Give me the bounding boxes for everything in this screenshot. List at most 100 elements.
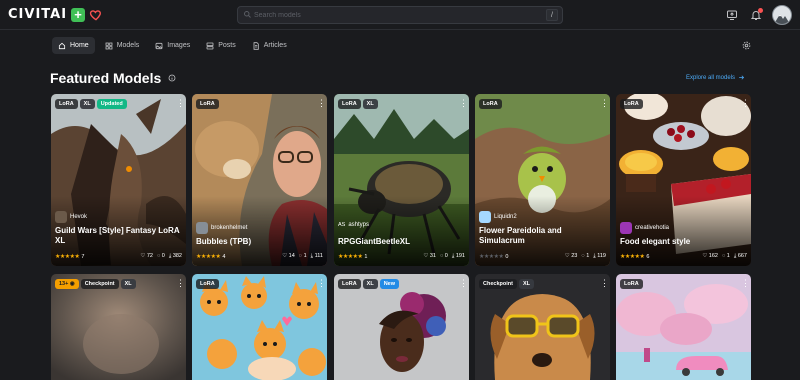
card-image: [192, 274, 327, 380]
upload-icon[interactable]: [724, 7, 740, 23]
comment-count: ◌ 0: [440, 253, 448, 260]
model-title: Bubbles (TPB): [196, 237, 252, 246]
model-title: RPGGiantBeetleXL: [338, 237, 411, 246]
base-model-badge: XL: [79, 99, 95, 109]
updated-badge: Updated: [96, 99, 127, 109]
creator[interactable]: Liquidn2: [479, 211, 517, 223]
creator[interactable]: AS ashtyps: [338, 222, 369, 228]
create-plus-icon[interactable]: +: [71, 7, 86, 22]
more-icon[interactable]: ⋮: [317, 279, 326, 288]
rating-stars: ★★★★★: [338, 254, 363, 260]
logo[interactable]: CIVITAI +: [8, 7, 103, 22]
model-card[interactable]: LoRA ⋮ brokenhelmet Bubbles (TPB) ★★★★★ 4…: [192, 94, 327, 266]
creator-name: ashtyps: [348, 222, 370, 228]
model-title: Food elegant style: [620, 237, 691, 246]
images-icon: [155, 42, 163, 49]
more-icon[interactable]: ⋮: [600, 99, 609, 108]
tab-home[interactable]: Home: [52, 37, 95, 54]
bell-icon[interactable]: [748, 7, 764, 23]
comment-icon: ◌: [156, 253, 161, 259]
search-icon: [244, 11, 251, 18]
model-card[interactable]: Checkpoint XL ⋮: [475, 274, 610, 380]
like-count: ♡ 14: [282, 253, 295, 260]
model-card[interactable]: LoRA XL Updated ⋮ Hevok Guild Wars [Styl…: [51, 94, 186, 266]
like-icon: ♡: [140, 253, 146, 259]
type-badge: LoRA: [55, 99, 78, 109]
more-icon[interactable]: ⋮: [176, 99, 185, 108]
logo-text: CIVITAI: [8, 7, 68, 22]
model-title: Guild Wars [Style] Fantasy LoRA XL: [55, 226, 180, 245]
more-icon[interactable]: ⋮: [741, 99, 750, 108]
model-card[interactable]: LoRA ⋮: [192, 274, 327, 380]
creator-name: Hevok: [70, 214, 88, 220]
more-icon[interactable]: ⋮: [741, 279, 750, 288]
comment-count-value: 0: [161, 253, 165, 259]
info-icon[interactable]: [168, 74, 176, 82]
download-icon: ⤓: [310, 253, 314, 259]
tab-posts[interactable]: Posts: [200, 37, 242, 54]
comment-count: ◌ 1: [299, 253, 307, 260]
heart-icon[interactable]: [89, 8, 103, 22]
comment-count-value: 1: [726, 253, 730, 259]
tab-label: Home: [70, 42, 89, 49]
download-icon: ⤓: [733, 253, 737, 259]
creator-name: creativehotia: [635, 225, 670, 231]
search-input[interactable]: [254, 8, 544, 22]
notification-dot: [758, 8, 763, 13]
creator[interactable]: brokenhelmet: [196, 222, 247, 234]
tab-label: Models: [116, 42, 140, 49]
download-count: ⤓ 667: [734, 253, 747, 260]
download-count-value: 667: [737, 253, 747, 259]
comment-icon: ◌: [581, 253, 585, 259]
eye-icon: ◉: [69, 281, 75, 287]
more-icon[interactable]: ⋮: [317, 99, 326, 108]
tab-articles[interactable]: Articles: [246, 37, 293, 54]
base-model-badge: XL: [362, 99, 378, 109]
model-card[interactable]: LoRA XL New ⋮: [334, 274, 469, 380]
model-card[interactable]: LoRA ⋮: [616, 274, 751, 380]
more-icon[interactable]: ⋮: [176, 279, 185, 288]
models-icon: [105, 42, 113, 49]
like-count: ♡ 31: [423, 253, 436, 260]
like-count-value: 14: [288, 253, 295, 259]
tab-models[interactable]: Models: [99, 37, 146, 54]
nsfw-level-badge[interactable]: 13+ ◉: [55, 279, 79, 289]
more-icon[interactable]: ⋮: [459, 99, 468, 108]
model-card[interactable]: LoRA ⋮ Liquidn2 Flower Pareidolia and Si…: [475, 94, 610, 266]
tab-images[interactable]: Images: [149, 37, 196, 54]
download-count-value: 382: [172, 253, 182, 259]
settings-icon[interactable]: [742, 41, 751, 50]
rating-count: 4: [222, 253, 226, 260]
user-avatar[interactable]: [772, 5, 792, 25]
like-count: ♡ 23: [565, 253, 578, 260]
rating-stars: ★★★★★: [196, 254, 221, 260]
download-count: ⤓ 191: [452, 253, 465, 260]
top-bar: CIVITAI + /: [0, 0, 800, 30]
download-count: ⤓ 382: [169, 253, 182, 260]
tab-label: Posts: [218, 42, 236, 49]
type-badge: LoRA: [196, 279, 219, 289]
search-shortcut-key: /: [546, 9, 558, 21]
type-badge: LoRA: [338, 279, 361, 289]
base-model-badge: XL: [120, 279, 136, 289]
model-card[interactable]: 13+ ◉ Checkpoint XL ⋮: [51, 274, 186, 380]
comment-icon: ◌: [721, 253, 726, 259]
download-count-value: 191: [455, 253, 465, 259]
base-model-badge: XL: [362, 279, 378, 289]
rating-count: 0: [505, 253, 509, 260]
card-stats: ★★★★★ 0 ♡ 23 ◌ 1 ⤓ 119: [479, 252, 606, 261]
explore-all-models-link[interactable]: Explore all models: [686, 74, 745, 81]
model-card[interactable]: LoRA ⋮ creativehotia Food elegant style …: [616, 94, 751, 266]
more-icon[interactable]: ⋮: [459, 279, 468, 288]
model-card[interactable]: LoRA XL ⋮ AS ashtyps RPGGiantBeetleXL ★★…: [334, 94, 469, 266]
rating-stars: ★★★★★: [479, 254, 504, 260]
search-bar[interactable]: /: [237, 6, 563, 24]
card-stats: ★★★★★ 6 ♡ 162 ◌ 1 ⤓ 667: [620, 252, 747, 261]
nsfw-level-value: 13+: [59, 281, 69, 287]
card-image: [334, 274, 469, 380]
creator[interactable]: Hevok: [55, 211, 87, 223]
creator[interactable]: creativehotia: [620, 222, 669, 234]
base-model-badge: XL: [518, 279, 534, 289]
comment-count: ◌ 0: [157, 253, 165, 260]
more-icon[interactable]: ⋮: [600, 279, 609, 288]
